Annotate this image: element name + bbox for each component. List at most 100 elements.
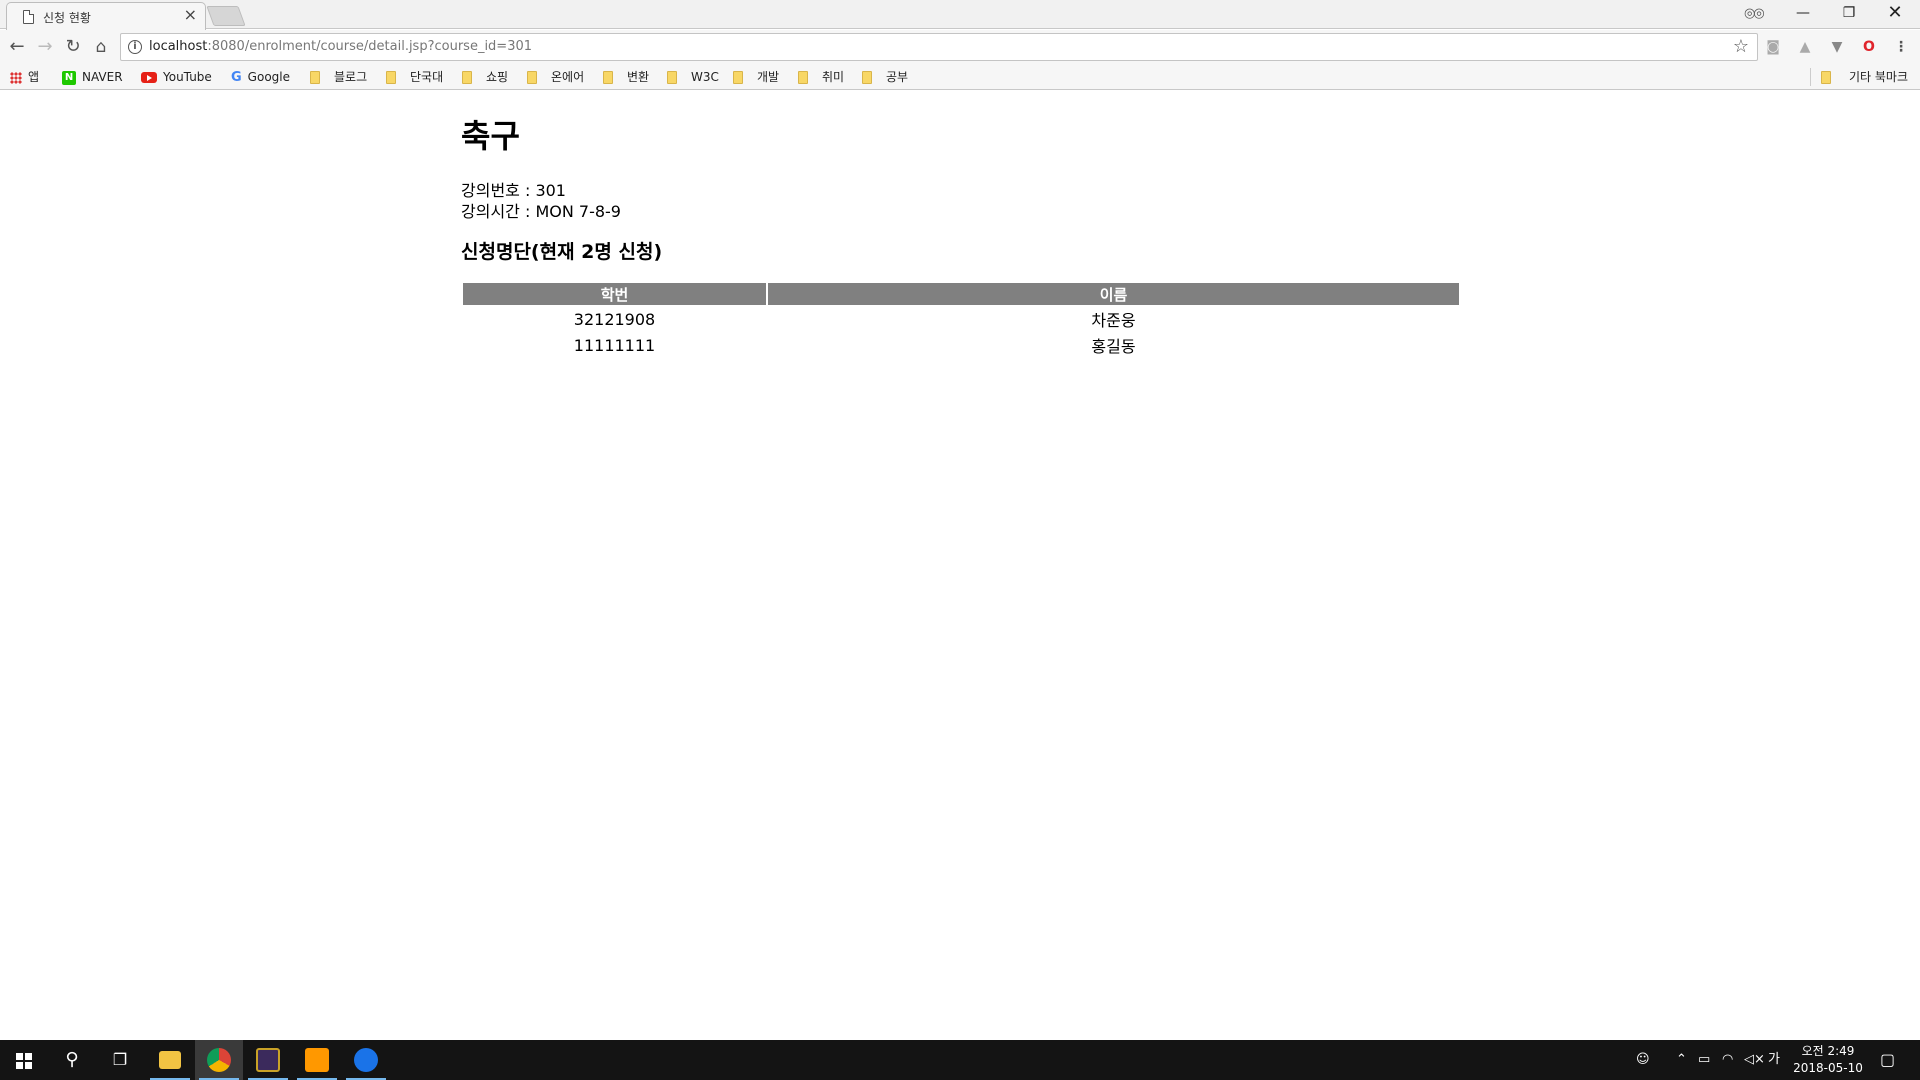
bookmark-youtube[interactable]: YouTube — [141, 68, 212, 86]
bookmark-label: 블로그 — [334, 70, 368, 84]
task-view-icon[interactable]: ❐ — [96, 1040, 144, 1080]
table-row: 11111111 홍길동 — [463, 333, 1459, 357]
bookmark-folder-dankook[interactable]: 단국대 — [386, 68, 443, 86]
folder-icon — [798, 71, 808, 84]
opera-extension-icon[interactable]: O — [1858, 36, 1880, 58]
bookmark-folder-dev[interactable]: 개발 — [733, 68, 779, 86]
bookmark-label: 개발 — [757, 70, 780, 84]
folder-icon — [527, 71, 537, 84]
acrobat-extension-icon[interactable]: ▲ — [1794, 36, 1816, 58]
clock[interactable]: 오전 2:49 2018-05-10 — [1782, 1043, 1874, 1077]
address-bar[interactable]: i localhost:8080/enrolment/course/detail… — [120, 33, 1758, 61]
bookmarks-bar: 앱 N NAVER YouTube G Google 블로그 단국대 쇼핑 온에어 … — [0, 64, 1920, 90]
browser-tab[interactable]: 신청 현황 × — [6, 2, 206, 30]
roster-table: 학번 이름 32121908 차준웅 11111111 홍길동 — [461, 281, 1461, 359]
info-icon[interactable]: i — [128, 40, 142, 54]
minimize-button[interactable]: — — [1780, 0, 1826, 28]
url-path: :8080/enrolment/course/detail.jsp?course… — [207, 39, 533, 54]
start-button[interactable] — [0, 1040, 48, 1080]
show-hidden-icons-chevron-icon[interactable]: ⌃ — [1676, 1040, 1687, 1080]
bookmark-label: 앱 — [28, 70, 40, 84]
camera-extension-icon[interactable]: ◙ — [1762, 36, 1784, 58]
bookmark-label: YouTube — [163, 70, 212, 84]
bookmark-label: 공부 — [886, 70, 909, 84]
windows-logo-icon — [16, 1053, 32, 1069]
bookmark-folder-hobby[interactable]: 취미 — [798, 68, 844, 86]
tab-close-icon[interactable]: × — [184, 7, 197, 23]
google-icon: G — [231, 69, 242, 85]
profile-icon[interactable]: ◎◎ — [1744, 6, 1765, 21]
vpn-extension-icon[interactable]: ▼ — [1826, 36, 1848, 58]
naver-icon: N — [62, 70, 76, 85]
bookmark-label: 취미 — [822, 70, 845, 84]
volume-muted-icon[interactable]: ◁× — [1744, 1040, 1765, 1080]
table-row: 32121908 차준웅 — [463, 307, 1459, 331]
student-id-cell: 11111111 — [573, 335, 656, 355]
chrome-taskbar-icon[interactable] — [195, 1040, 243, 1080]
search-icon[interactable]: ⚲ — [48, 1040, 96, 1080]
student-name-cell: 홍길동 — [1091, 337, 1136, 356]
bookmark-label: 기타 북마크 — [1849, 70, 1909, 84]
url-text[interactable]: localhost:8080/enrolment/course/detail.j… — [149, 39, 532, 54]
bookmark-naver[interactable]: N NAVER — [62, 68, 123, 86]
back-arrow-icon[interactable]: ← — [4, 34, 30, 60]
course-time: 강의시간 : MON 7-8-9 — [461, 202, 621, 221]
bookmark-folder-study[interactable]: 공부 — [862, 68, 908, 86]
student-name-cell: 차준웅 — [1091, 311, 1136, 330]
page-icon — [23, 10, 34, 24]
bookmark-label: 온에어 — [551, 70, 585, 84]
url-host: localhost — [149, 39, 208, 54]
maps-pin-icon[interactable] — [342, 1040, 390, 1080]
folder-icon — [862, 71, 872, 84]
ime-indicator[interactable]: 가 — [1768, 1040, 1780, 1080]
folder-icon — [462, 71, 472, 84]
bookmark-folder-shopping[interactable]: 쇼핑 — [462, 68, 508, 86]
bookmark-folder-onair[interactable]: 온에어 — [527, 68, 584, 86]
bookmark-folder-w3c[interactable]: W3C — [667, 68, 719, 86]
wifi-icon[interactable]: ◠ — [1722, 1040, 1733, 1080]
youtube-icon — [141, 72, 157, 83]
browser-title-bar: 신청 현황 × ◎◎ — ❐ ✕ — [0, 0, 1920, 30]
folder-icon — [386, 71, 396, 84]
menu-kebab-icon[interactable]: ⋮ — [1890, 36, 1912, 58]
people-icon[interactable]: ☺ — [1636, 1040, 1650, 1080]
battery-icon[interactable]: ▭ — [1698, 1040, 1710, 1080]
bookmark-label: 변환 — [627, 70, 650, 84]
bookmark-apps[interactable]: 앱 — [10, 68, 39, 86]
browser-toolbar: ← → ↻ ⌂ i localhost:8080/enrolment/cours… — [0, 30, 1920, 64]
bookmark-label: 쇼핑 — [486, 70, 509, 84]
roster-heading: 신청명단(현재 2명 신청) — [461, 241, 663, 263]
sublime-text-icon[interactable] — [293, 1040, 341, 1080]
windows-taskbar: ⚲ ❐ ☺ ⌃ ▭ ◠ ◁× 가 오전 2:49 2018-05-10 ▢ — [0, 1040, 1920, 1080]
file-explorer-icon[interactable] — [146, 1040, 194, 1080]
action-center-icon[interactable]: ▢ — [1880, 1040, 1895, 1080]
eclipse-taskbar-icon[interactable] — [244, 1040, 292, 1080]
bookmark-folder-blog[interactable]: 블로그 — [310, 68, 367, 86]
bookmark-label: 단국대 — [410, 70, 444, 84]
reload-icon[interactable]: ↻ — [60, 34, 86, 60]
folder-icon — [733, 71, 743, 84]
bookmark-label: Google — [247, 70, 290, 84]
restore-button[interactable]: ❐ — [1826, 0, 1872, 28]
clock-time: 오전 2:49 — [1801, 1044, 1855, 1058]
bookmark-label: NAVER — [82, 70, 123, 84]
tab-title: 신청 현황 — [43, 11, 91, 25]
folder-icon — [1821, 71, 1831, 84]
new-tab-button[interactable] — [206, 6, 246, 26]
column-header-student-id: 학번 — [463, 283, 766, 305]
course-title: 축구 — [461, 117, 520, 155]
folder-icon — [667, 71, 677, 84]
column-header-name: 이름 — [768, 283, 1459, 305]
bookmark-google[interactable]: G Google — [231, 68, 290, 86]
bookmark-star-icon[interactable]: ☆ — [1733, 36, 1749, 57]
folder-icon — [310, 71, 320, 84]
close-window-button[interactable]: ✕ — [1872, 0, 1918, 28]
student-id-cell: 32121908 — [573, 309, 656, 329]
forward-arrow-icon[interactable]: → — [32, 34, 58, 60]
bookmark-folder-convert[interactable]: 변환 — [603, 68, 649, 86]
clock-date: 2018-05-10 — [1793, 1061, 1863, 1075]
home-icon[interactable]: ⌂ — [88, 34, 114, 60]
folder-icon — [603, 71, 613, 84]
bookmark-label: W3C — [691, 70, 719, 84]
bookmark-folder-other[interactable]: 기타 북마크 — [1810, 68, 1908, 86]
